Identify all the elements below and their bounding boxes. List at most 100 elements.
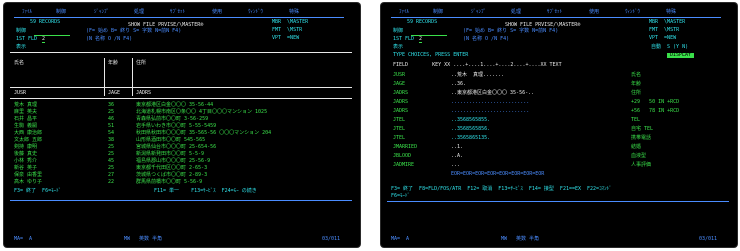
header-divider	[10, 52, 352, 53]
cell-age: 22	[108, 179, 115, 185]
cell-age: 36	[108, 102, 115, 108]
menu-item-special[interactable]: 特殊	[666, 9, 676, 15]
column-header-underline	[10, 87, 352, 88]
field-name: JAGE	[393, 81, 406, 87]
field-text: 結婚	[631, 144, 642, 150]
menu-item-process[interactable]: 処理	[511, 9, 521, 15]
field-text: +56 78 IN +RCD	[631, 108, 680, 114]
function-keys-primary[interactable]: F3= 終了 F8=FLD/FOS/ATR F12= 取消 F13=ｻｰﾋﾞｽ …	[391, 186, 612, 192]
cell-address: 東京都港区白金〇〇〇 35-56-44	[136, 102, 214, 108]
menu-item-use[interactable]: 使用	[212, 9, 222, 15]
first-field-input[interactable]: 2	[42, 36, 46, 44]
cell-name: 剣持 康明	[14, 144, 38, 150]
cell-address: 新潟県新発田市〇〇町 5-5-9	[136, 151, 205, 157]
menu-item-use[interactable]: 使用	[589, 9, 599, 15]
cell-address: 宮城県仙台市〇〇〇町 25-654-56	[136, 144, 217, 150]
function-keys-primary[interactable]: F3= 終了 F6=ﾓｰﾄﾞ	[14, 188, 61, 194]
cell-address: 岩手県いわき市〇〇町 5-55-5459	[136, 123, 217, 129]
field-name: JADMIRE	[393, 162, 415, 168]
field-value[interactable]: ..荒木 真理.......	[451, 72, 504, 78]
cell-age: 38	[108, 137, 115, 143]
menu-item-jump[interactable]: ｼﾞｬﾝﾌﾟ	[471, 9, 486, 15]
status-divider	[387, 201, 729, 202]
cell-age: 25	[108, 144, 115, 150]
status-input-mode: MW 英数 半角	[124, 236, 163, 242]
status-session: MA= A	[391, 236, 410, 242]
field-value[interactable]: ..東京都港区白金〇〇〇 35-56-..	[451, 90, 534, 96]
record-count: 59 RECORDS	[407, 19, 438, 25]
status-input-mode: MW 英数 半角	[501, 236, 540, 242]
fmt-label: FMT \MSTR	[649, 27, 680, 33]
cell-name: 保泉 由香里	[14, 172, 43, 178]
column-header-name: 氏名	[14, 60, 25, 66]
function-keys-secondary[interactable]: F11= 単一 F13=ｻｰﾋﾞｽ F24=ﾓｰ の続き	[154, 188, 257, 194]
field-text: TEL	[631, 117, 641, 123]
menu-item-process[interactable]: 処理	[134, 9, 144, 15]
field-text: 携帯電話	[631, 135, 652, 141]
field-value[interactable]: ..36.	[451, 81, 466, 87]
field-text: 血液型	[631, 153, 647, 159]
field-name: JTEL	[393, 117, 406, 123]
cell-address: 茨城県つくば市〇〇町 2-89-3	[136, 172, 208, 178]
field-text: 住所	[631, 90, 642, 96]
cell-name: 麻里 英夫	[14, 109, 38, 115]
cell-name: 新谷 英子	[14, 165, 38, 171]
prompt-text: TYPE CHOICES, PRESS ENTER	[393, 52, 469, 58]
menu-item-subset[interactable]: ｻﾌﾞｾｯﾄ	[547, 9, 562, 15]
menu-item-window[interactable]: ｳｨﾝﾄﾞｳ	[625, 9, 640, 15]
cell-name: 生駒 義嗣	[14, 123, 38, 129]
field-text: 人事評価	[631, 162, 652, 168]
field-name-name: JUSR	[14, 90, 27, 96]
cell-name: 高木 ゆり子	[14, 179, 43, 185]
control-hint: (F= 始め B= 終り S= 字数 N=前N F4)	[463, 28, 559, 34]
menu-item-control[interactable]: 制御	[56, 9, 66, 15]
menu-item-subset[interactable]: ｻﾌﾞｾｯﾄ	[170, 9, 185, 15]
cell-age: 46	[108, 116, 115, 122]
field-value[interactable]: ..........................	[451, 99, 529, 105]
field-value[interactable]: ..1.	[451, 144, 463, 150]
field-name: JADRS	[393, 90, 409, 96]
field-value[interactable]: ..........................	[451, 108, 529, 114]
menu-item-jump[interactable]: ｼﾞｬﾝﾌﾟ	[94, 9, 109, 15]
cell-address: 群馬県前橋市〇〇町 5-56-9	[136, 179, 203, 185]
mbr-label: MBR \MASTER	[649, 19, 686, 25]
field-name-address: JADRS	[136, 90, 152, 96]
cell-age: 54	[108, 130, 115, 136]
first-field-input[interactable]: 2	[419, 36, 423, 44]
cell-name: 石井 昌平	[14, 116, 38, 122]
mbr-label: MBR \MASTER	[272, 19, 309, 25]
menu-item-special[interactable]: 特殊	[289, 9, 299, 15]
menu-item-window[interactable]: ｳｨﾝﾄﾞｳ	[248, 9, 263, 15]
field-value[interactable]: ..A.	[451, 153, 463, 159]
field-name: JADRS	[393, 99, 409, 105]
function-keys-secondary[interactable]: F6=ﾓｰﾄﾞ	[391, 193, 410, 199]
field-name-age: JAGE	[108, 90, 121, 96]
field-name: JADRS	[393, 108, 409, 114]
cell-age: 25	[108, 151, 115, 157]
display-button[interactable]: DISPLAY	[667, 52, 695, 59]
cell-age: 25	[108, 165, 115, 171]
vpt-label: VPT =NEW	[649, 35, 677, 41]
field-value[interactable]: ..3568565855.	[451, 117, 490, 123]
status-divider	[10, 200, 352, 201]
status-cursor-position: 03/011	[322, 236, 341, 242]
field-name: JBLOOD	[393, 153, 412, 159]
cell-address: 秋田県秋田市〇〇〇町 35-565-56 〇〇〇マンション 204	[136, 130, 272, 136]
field-value[interactable]: ..3568565856.	[451, 126, 490, 132]
first-field-label: 1ST FLD	[393, 36, 415, 42]
first-field-label: 1ST FLD	[16, 36, 38, 42]
menu-item-control[interactable]: 制御	[433, 9, 443, 15]
control-input[interactable]	[411, 35, 447, 36]
control-input[interactable]	[34, 35, 70, 36]
field-value[interactable]: ..3565865135.	[451, 135, 490, 141]
auto-label: 自動 S (Y N)	[651, 44, 689, 50]
control-label: 制御	[16, 28, 27, 34]
menu-item-file[interactable]: ﾌｧｲﾙ	[399, 9, 409, 15]
right-terminal-window: ﾌｧｲﾙ 制御 ｼﾞｬﾝﾌﾟ 処理 ｻﾌﾞｾｯﾄ 使用 ｳｨﾝﾄﾞｳ 特殊 59…	[381, 3, 737, 247]
first-field-hint: (N 名称 O /N F4)	[86, 36, 133, 42]
field-text: 氏名	[631, 72, 642, 78]
field-name: JTEL	[393, 126, 406, 132]
menu-item-file[interactable]: ﾌｧｲﾙ	[22, 9, 32, 15]
cell-name: 荒木 真理	[14, 102, 38, 108]
field-value[interactable]: ...	[451, 162, 460, 168]
